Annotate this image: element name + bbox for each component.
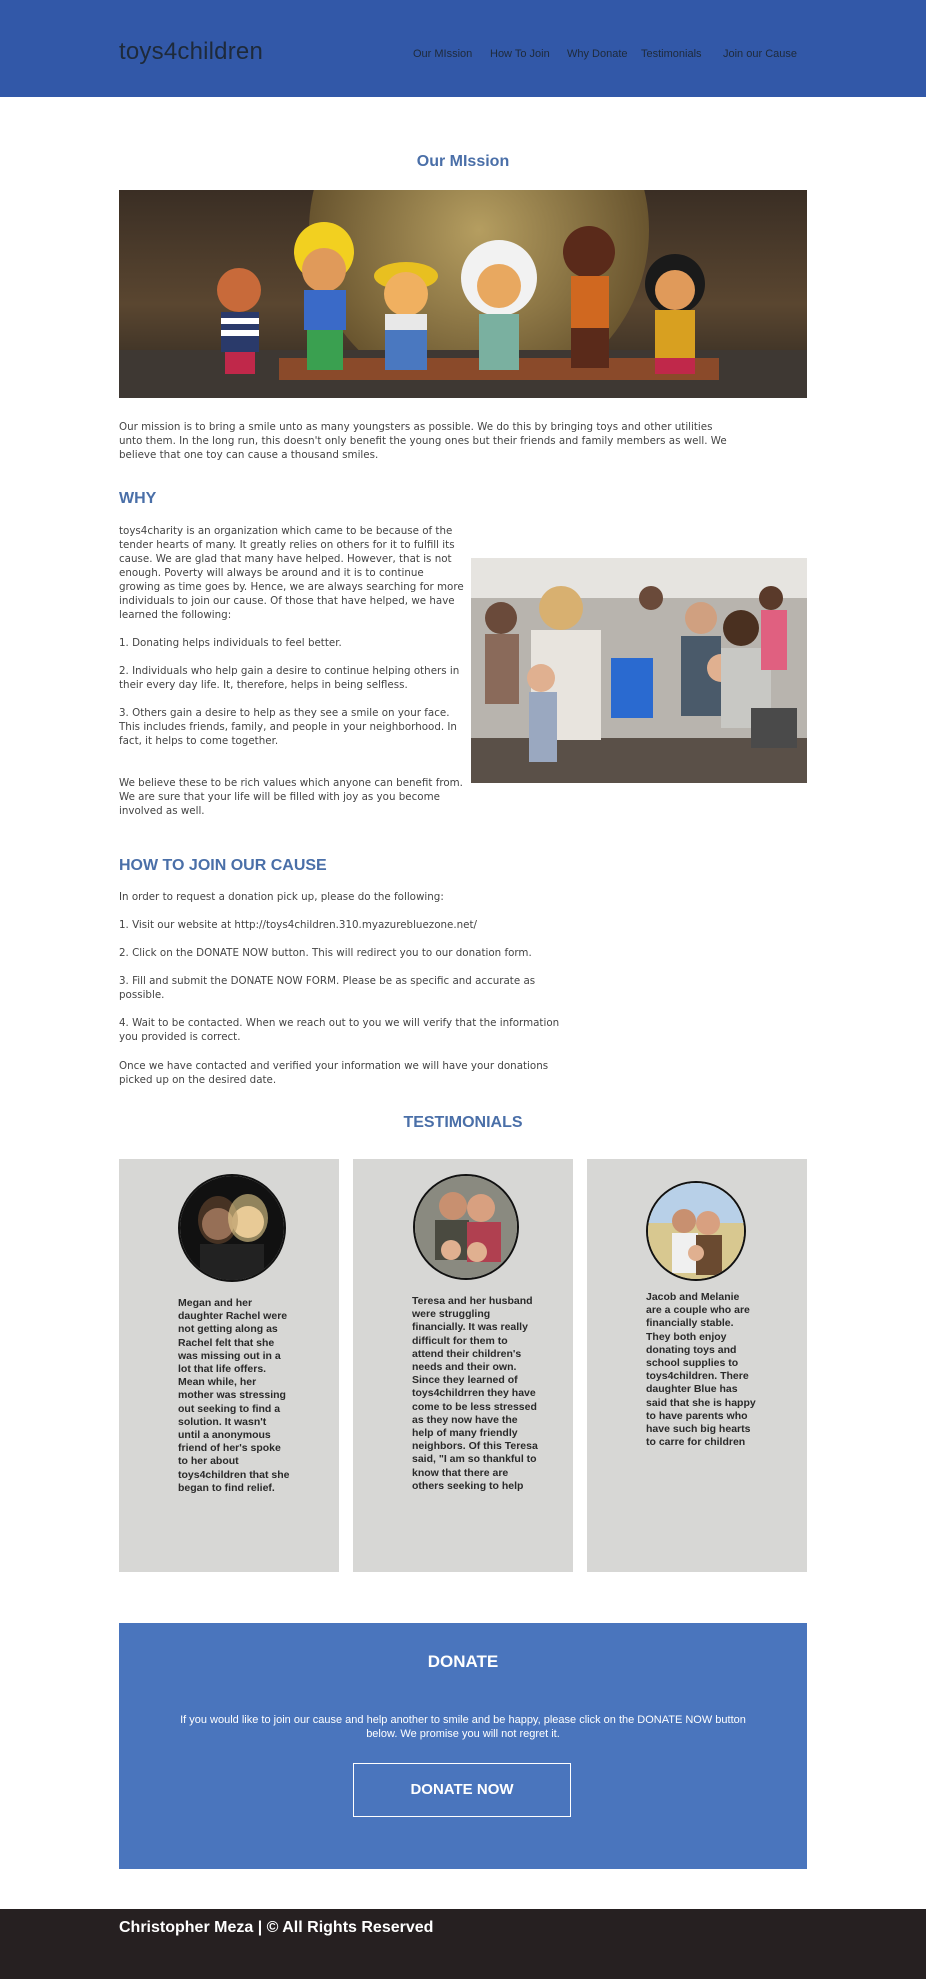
nav-testimonials[interactable]: Testimonials [641, 48, 702, 60]
why-point-2: 2. Individuals who help gain a desire to… [119, 665, 460, 691]
nav-why-donate[interactable]: Why Donate [567, 48, 628, 60]
mission-title: Our MIssion [416, 153, 510, 170]
join-intro: In order to request a donation pick up, … [119, 891, 444, 903]
donate-text: If you would like to join our cause and … [180, 1714, 746, 1740]
join-step-2: 2. Click on the DONATE NOW button. This … [119, 947, 532, 959]
why-closing: We believe these to be rich values which… [119, 777, 463, 817]
join-title: HOW TO JOIN OUR CAUSE [119, 857, 327, 874]
mission-photo-toys [119, 190, 807, 398]
mission-text: Our mission is to bring a smile unto as … [119, 421, 727, 461]
site-header: toys4children Our MIssion How To Join Wh… [0, 0, 926, 97]
testimonial-avatar-1 [178, 1174, 286, 1282]
donate-now-button[interactable]: DONATE NOW [353, 1763, 571, 1817]
join-step-3: 3. Fill and submit the DONATE NOW FORM. … [119, 975, 536, 1001]
testimonial-avatar-2 [413, 1174, 519, 1280]
nav-how-to-join[interactable]: How To Join [490, 48, 550, 60]
donate-title: DONATE [427, 1652, 499, 1671]
why-intro: toys4charity is an organization which ca… [119, 525, 464, 621]
footer-copyright: Christopher Meza | © All Rights Reserved [119, 1919, 434, 1936]
testimonial-card-2: Teresa and her husband were struggling f… [353, 1159, 573, 1572]
testimonial-card-1: Megan and her daughter Rachel were not g… [119, 1159, 339, 1572]
why-photo-volunteers [471, 558, 807, 783]
why-point-3: 3. Others gain a desire to help as they … [119, 707, 457, 747]
why-point-1: 1. Donating helps individuals to feel be… [119, 637, 342, 649]
why-title: WHY [119, 490, 157, 507]
testimonials-title: TESTIMONIALS [403, 1114, 523, 1131]
nav-join-our-cause[interactable]: Join our Cause [723, 48, 797, 60]
site-logo[interactable]: toys4children [119, 38, 263, 66]
testimonial-avatar-3 [646, 1181, 746, 1281]
join-closing: Once we have contacted and verified your… [119, 1060, 549, 1086]
nav-our-mission[interactable]: Our MIssion [413, 48, 472, 60]
testimonial-text-1: Megan and her daughter Rachel were not g… [178, 1297, 290, 1494]
testimonial-card-3: Jacob and Melanie are a couple who are f… [587, 1159, 807, 1572]
testimonial-text-3: Jacob and Melanie are a couple who are f… [646, 1291, 756, 1449]
join-step-1: 1. Visit our website at http://toys4chil… [119, 919, 478, 931]
testimonial-text-2: Teresa and her husband were struggling f… [412, 1295, 538, 1492]
donate-section: DONATE If you would like to join our cau… [119, 1623, 807, 1869]
site-footer: Christopher Meza | © All Rights Reserved [0, 1909, 926, 1979]
join-step-4: 4. Wait to be contacted. When we reach o… [119, 1017, 560, 1043]
